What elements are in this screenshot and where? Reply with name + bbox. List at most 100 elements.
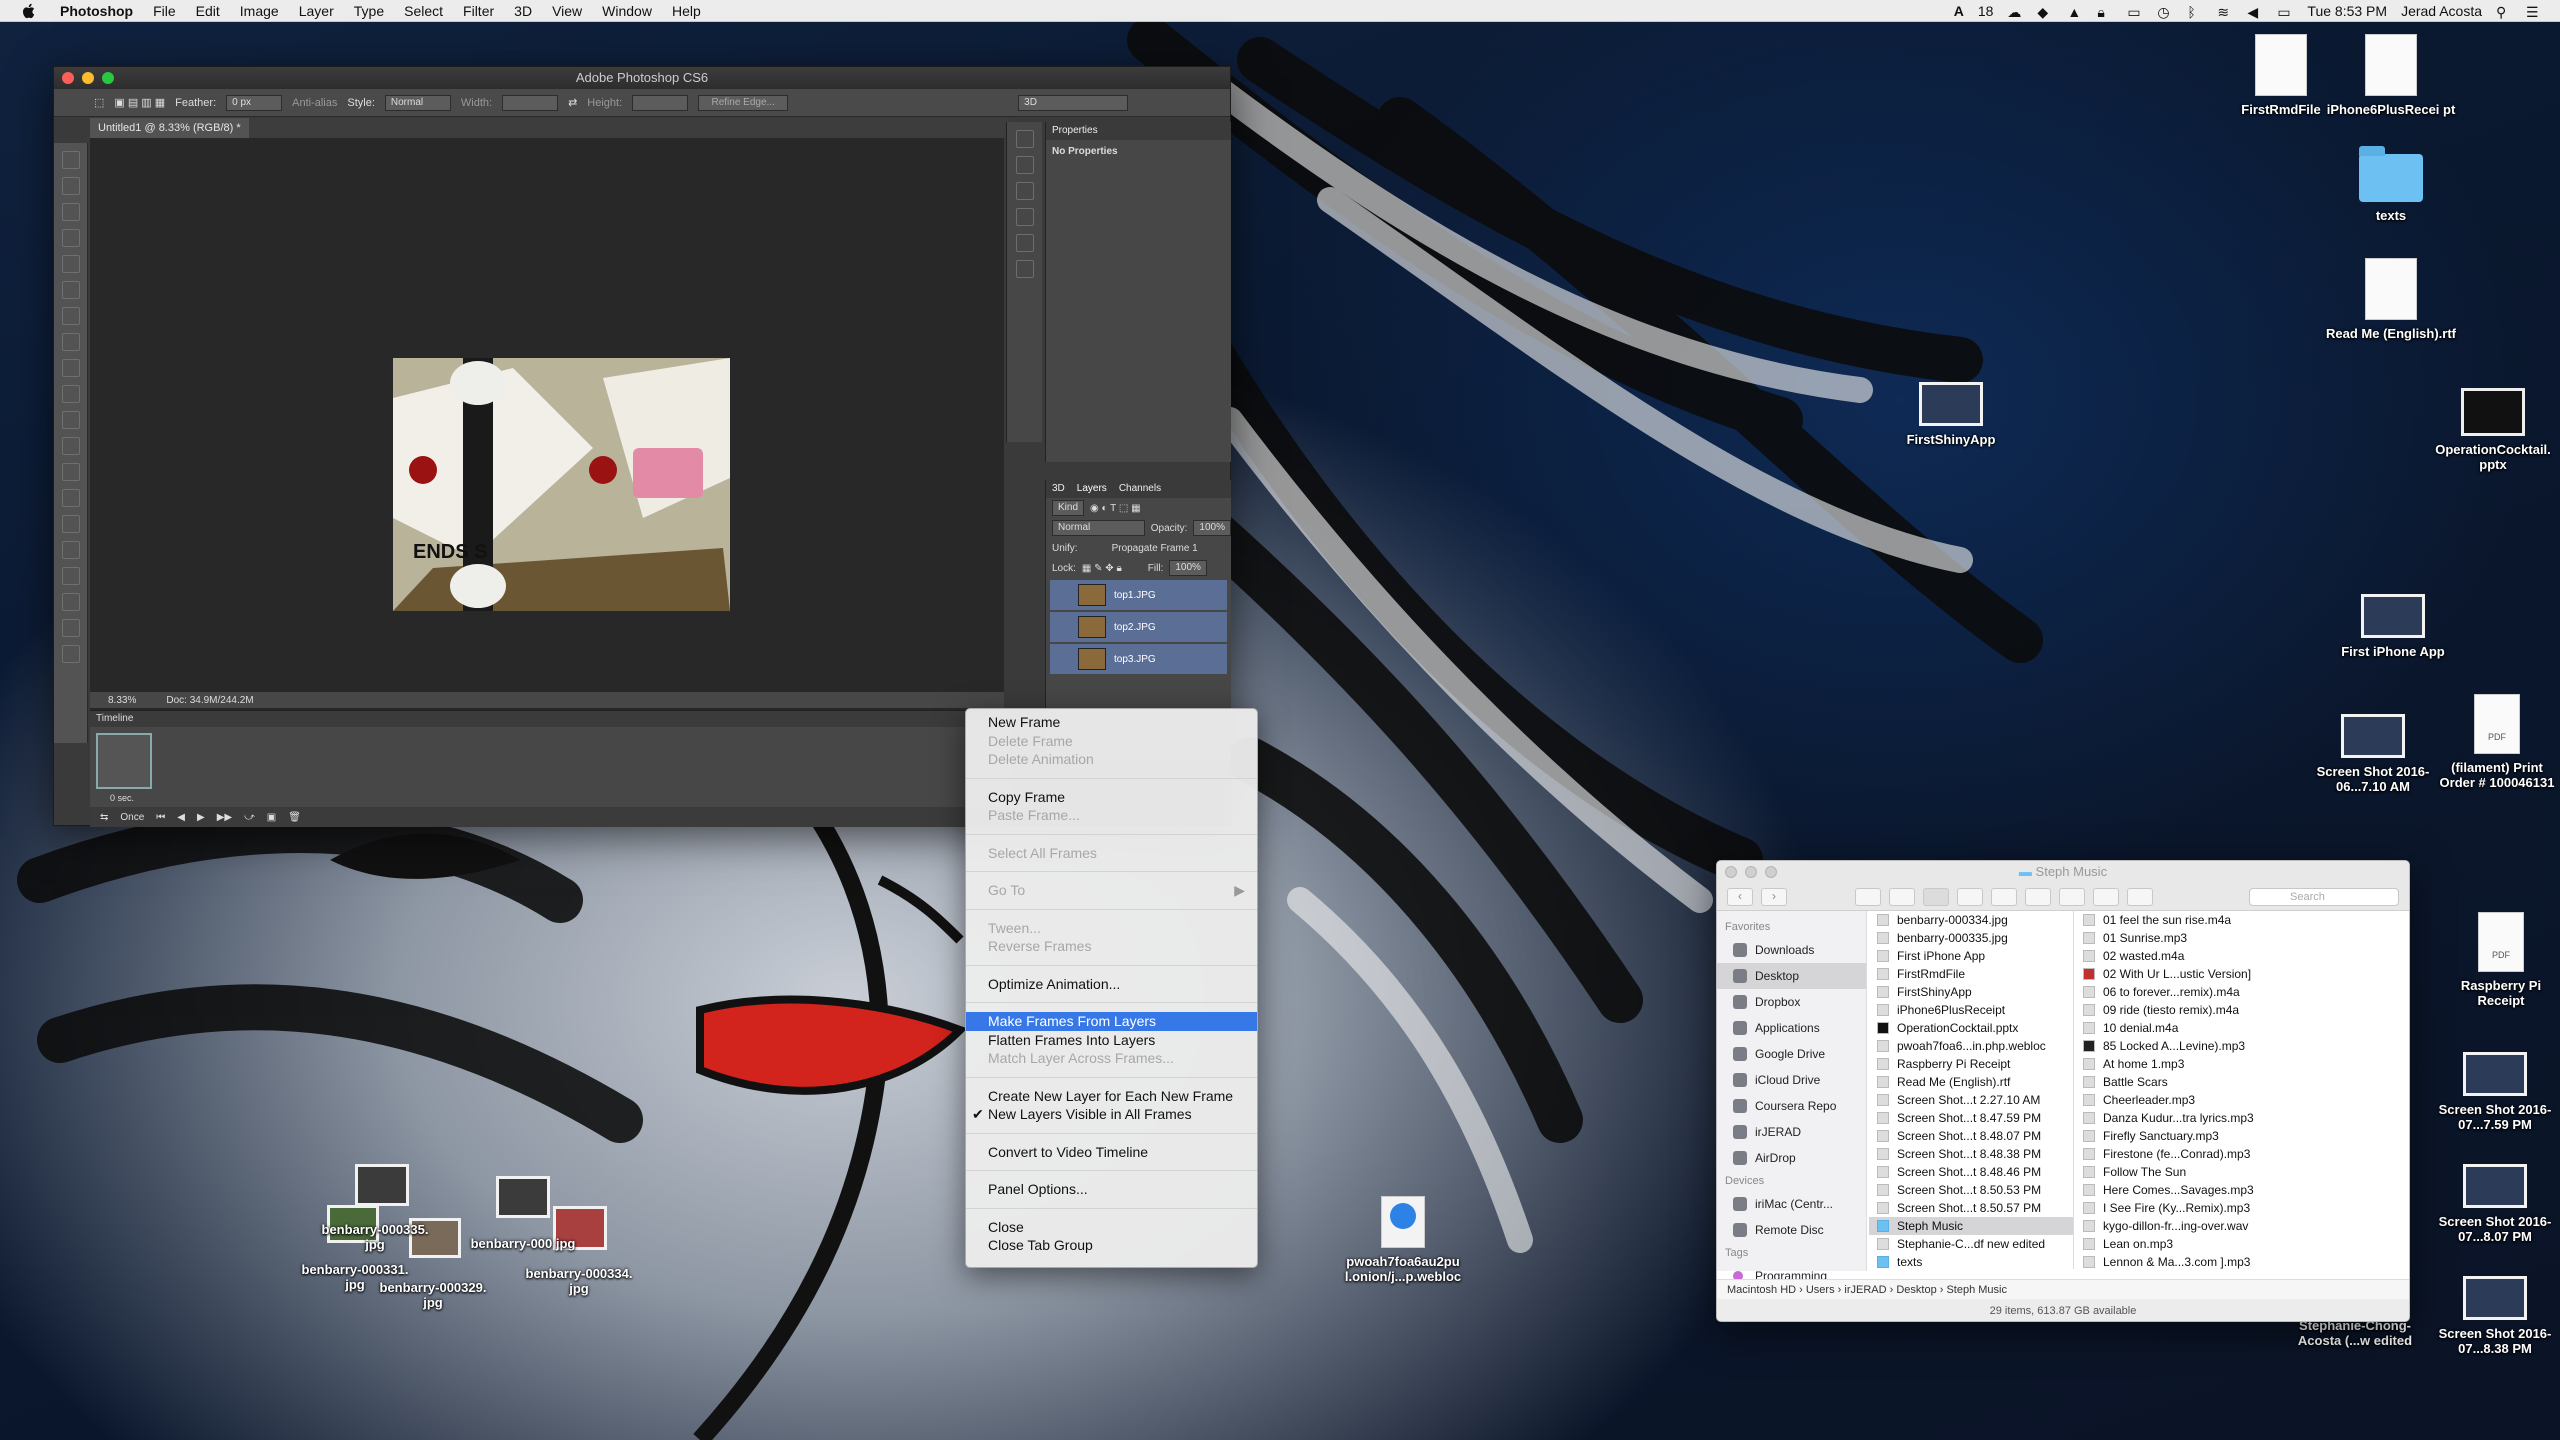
- move-tool-icon[interactable]: [61, 151, 80, 169]
- list-item-selected[interactable]: Steph Music: [1869, 1217, 2073, 1235]
- sidebar-item-coursera-repo[interactable]: Coursera Repo: [1717, 1093, 1866, 1119]
- desktop-icon-operationcocktail[interactable]: OperationCocktail. pptx: [2428, 388, 2558, 472]
- forward-button[interactable]: ›: [1761, 887, 1787, 906]
- list-item[interactable]: Screen Shot...t 8.47.59 PM: [1869, 1109, 2073, 1127]
- quick-select-tool-icon[interactable]: [61, 229, 80, 247]
- zoom-window-button[interactable]: [102, 72, 114, 84]
- list-item[interactable]: Cheerleader.mp3: [2075, 1091, 2409, 1109]
- tab-layers[interactable]: Layers: [1077, 480, 1107, 498]
- gradient-tool-icon[interactable]: [61, 437, 80, 455]
- width-input[interactable]: [502, 94, 559, 111]
- blur-tool-icon[interactable]: [61, 463, 80, 481]
- list-item[interactable]: Screen Shot...t 8.50.57 PM: [1869, 1199, 2073, 1217]
- minimize-window-button[interactable]: [1745, 866, 1757, 878]
- list-item[interactable]: Screen Shot...t 8.48.38 PM: [1869, 1145, 2073, 1163]
- dodge-tool-icon[interactable]: [61, 489, 80, 507]
- desktop-icon-texts[interactable]: texts: [2326, 146, 2456, 223]
- desktop-icon-benbarry-000334[interactable]: benbarry-000334. jpg: [514, 1266, 644, 1296]
- search-field[interactable]: Search: [2249, 887, 2399, 906]
- timeline-frame-1[interactable]: [96, 733, 152, 789]
- paragraph-icon[interactable]: [1015, 234, 1034, 252]
- antialias-checkbox[interactable]: Anti-alias: [292, 97, 337, 109]
- adobe-status-icon[interactable]: A: [1954, 3, 1964, 19]
- list-item[interactable]: FirstShinyApp: [1869, 983, 2073, 1001]
- loop-select[interactable]: Once: [120, 812, 144, 823]
- list-item[interactable]: Read Me (English).rtf: [1869, 1073, 2073, 1091]
- battery-icon[interactable]: ▭: [2277, 4, 2293, 20]
- timeline-header[interactable]: Timeline: [90, 711, 1010, 727]
- list-item[interactable]: 01 Sunrise.mp3: [2075, 929, 2409, 947]
- swap-icon[interactable]: ⇄: [568, 96, 577, 109]
- menu-item-match-layer[interactable]: Match Layer Across Frames...: [966, 1049, 1257, 1068]
- list-item[interactable]: 10 denial.m4a: [2075, 1019, 2409, 1037]
- desktop-icon-iphone6plusreceipt[interactable]: iPhone6PlusRecei pt: [2326, 34, 2456, 117]
- menu-window[interactable]: Window: [592, 3, 662, 19]
- trash-icon[interactable]: 🗑︎: [288, 812, 301, 823]
- crop-tool-icon[interactable]: [61, 255, 80, 273]
- time-machine-icon[interactable]: ◷: [2157, 4, 2173, 20]
- list-item[interactable]: benbarry-000334.jpg: [1869, 911, 2073, 929]
- volume-icon[interactable]: ◀︎: [2247, 4, 2263, 20]
- list-item[interactable]: Firefly Sanctuary.mp3: [2075, 1127, 2409, 1145]
- desktop-icon-filament-print-order[interactable]: (filament) Print Order # 100046131: [2432, 694, 2560, 790]
- character-icon[interactable]: [1015, 208, 1034, 226]
- minimize-window-button[interactable]: [82, 72, 94, 84]
- close-window-button[interactable]: [62, 72, 74, 84]
- bluetooth-icon[interactable]: ᛒ: [2187, 4, 2203, 20]
- sidebar-item-downloads[interactable]: Downloads: [1717, 937, 1866, 963]
- list-item[interactable]: 02 wasted.m4a: [2075, 947, 2409, 965]
- blend-mode-select[interactable]: Normal: [1052, 520, 1145, 536]
- list-item[interactable]: Screen Shot...t 2.27.10 AM: [1869, 1091, 2073, 1109]
- arrange-button[interactable]: [1991, 887, 2017, 906]
- menu-item-select-all-frames[interactable]: Select All Frames: [966, 844, 1257, 863]
- jpg-thumbnail[interactable]: [355, 1164, 409, 1206]
- cover-flow-button[interactable]: [1957, 887, 1983, 906]
- zoom-level[interactable]: 8.33%: [108, 695, 136, 706]
- fill-input[interactable]: 100%: [1169, 560, 1207, 576]
- list-item[interactable]: texts: [1869, 1253, 2073, 1271]
- menu-help[interactable]: Help: [662, 3, 711, 19]
- frame-delay[interactable]: 0 sec.: [110, 793, 134, 803]
- sidebar-item-desktop[interactable]: Desktop: [1717, 963, 1866, 989]
- pen-tool-icon[interactable]: [61, 515, 80, 533]
- height-input[interactable]: [632, 94, 689, 111]
- hand-tool-icon[interactable]: [61, 619, 80, 637]
- menu-item-go-to[interactable]: Go To ▶: [966, 881, 1257, 900]
- actions-icon[interactable]: [1015, 156, 1034, 174]
- menu-image[interactable]: Image: [230, 3, 289, 19]
- filter-icons[interactable]: ◉ ◐ T ⬚ ▦: [1090, 503, 1141, 514]
- brush-tool-icon[interactable]: [61, 333, 80, 351]
- menu-type[interactable]: Type: [344, 3, 394, 19]
- menu-file[interactable]: File: [143, 3, 186, 19]
- desktop-icon-readme[interactable]: Read Me (English).rtf: [2326, 258, 2456, 341]
- path-selection-tool-icon[interactable]: [61, 567, 80, 585]
- dropbox-icon[interactable]: ◆: [2037, 4, 2053, 20]
- menu-item-create-new-layer[interactable]: Create New Layer for Each New Frame: [966, 1087, 1257, 1106]
- first-frame-icon[interactable]: ⏮: [156, 812, 165, 823]
- desktop-icon-webloc[interactable]: pwoah7foa6au2pu l.onion/j...p.webloc: [1338, 1196, 1468, 1284]
- desktop-icon-benbarry-000329[interactable]: benbarry-000329. jpg: [368, 1280, 498, 1310]
- tool-presets-icon[interactable]: [1015, 260, 1034, 278]
- airplay-icon[interactable]: ▭: [2127, 4, 2143, 20]
- shape-tool-icon[interactable]: [61, 593, 80, 611]
- type-tool-icon[interactable]: [61, 541, 80, 559]
- desktop-icon-screenshot-0838[interactable]: Screen Shot 2016-07...8.38 PM: [2430, 1276, 2560, 1356]
- desktop-icon-screenshot-0759[interactable]: Screen Shot 2016-07...7.59 PM: [2430, 1052, 2560, 1132]
- sidebar-item-applications[interactable]: Applications: [1717, 1015, 1866, 1041]
- list-item[interactable]: 09 ride (tiesto remix).m4a: [2075, 1001, 2409, 1019]
- google-drive-icon[interactable]: ▲: [2067, 4, 2083, 20]
- sidebar-item-icloud-drive[interactable]: iCloud Drive: [1717, 1067, 1866, 1093]
- list-item[interactable]: 85 Locked A...Levine).mp3: [2075, 1037, 2409, 1055]
- spotlight-search-icon[interactable]: ⚲: [2496, 4, 2512, 20]
- layer-row[interactable]: top3.JPG: [1050, 644, 1227, 674]
- menu-item-panel-options[interactable]: Panel Options...: [966, 1180, 1257, 1199]
- apple-menu-icon[interactable]: [20, 2, 38, 20]
- tween-icon[interactable]: ⤻: [244, 812, 255, 823]
- marquee-tool-icon[interactable]: ⬚: [94, 96, 104, 109]
- sidebar-item-dropbox[interactable]: Dropbox: [1717, 989, 1866, 1015]
- menu-3d[interactable]: 3D: [504, 3, 542, 19]
- desktop-icon-benbarry-000[interactable]: benbarry-000 jpg: [458, 1236, 588, 1251]
- list-item[interactable]: iPhone6PlusReceipt: [1869, 1001, 2073, 1019]
- tags-button[interactable]: [2127, 887, 2153, 906]
- list-item[interactable]: benbarry-000335.jpg: [1869, 929, 2073, 947]
